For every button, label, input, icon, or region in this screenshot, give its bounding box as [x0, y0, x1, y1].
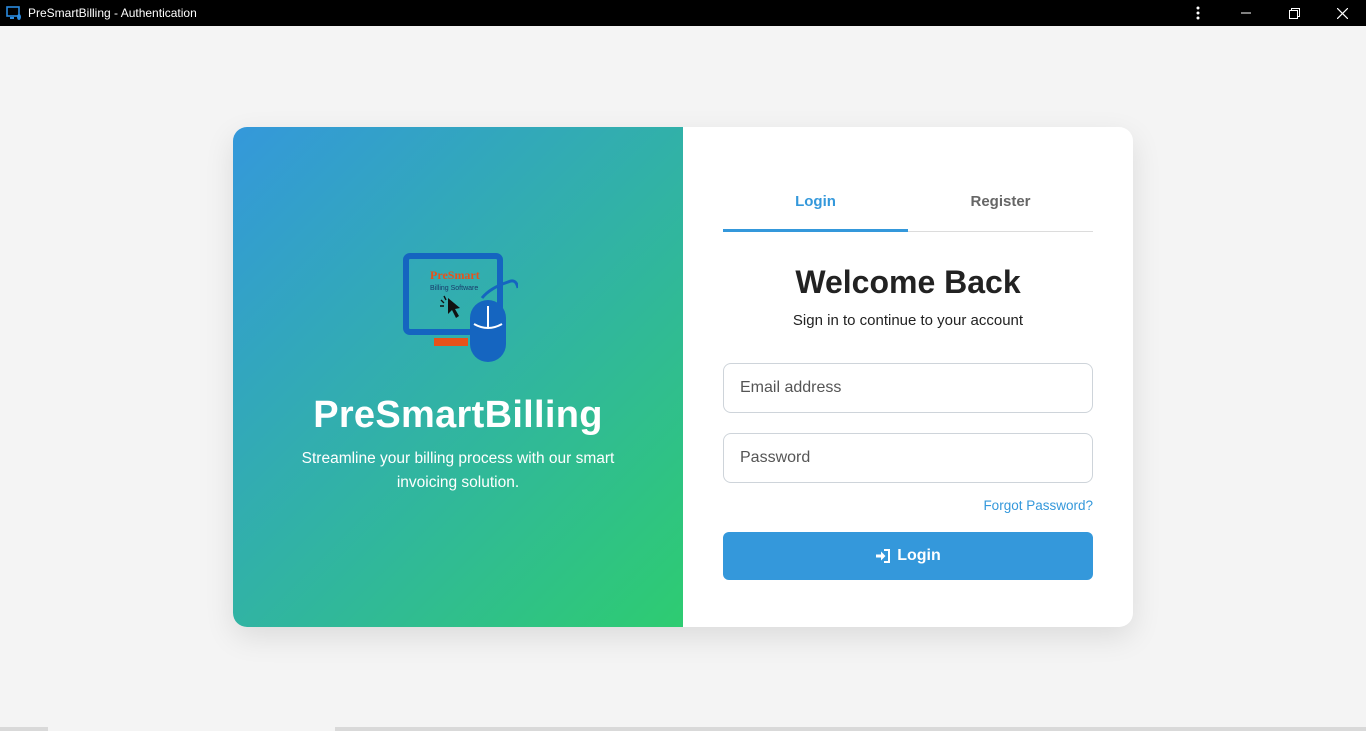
tab-register[interactable]: Register	[908, 185, 1093, 231]
scrollbar-thumb[interactable]	[48, 727, 335, 731]
welcome-subheading: Sign in to continue to your account	[792, 312, 1024, 329]
logo-subtext: Billing Software	[430, 285, 478, 292]
email-field[interactable]	[723, 363, 1093, 413]
menu-icon[interactable]	[1174, 0, 1222, 26]
horizontal-scrollbar[interactable]	[0, 727, 1366, 731]
auth-card: PreSmart Billing Software PreSmartBillin…	[233, 127, 1133, 627]
app-icon	[6, 6, 21, 20]
login-panel: Login Register Welcome Back Sign in to c…	[683, 127, 1133, 627]
brand-logo: PreSmart Billing Software	[403, 253, 518, 362]
restore-icon[interactable]	[1270, 0, 1318, 26]
minimize-icon[interactable]	[1222, 0, 1270, 26]
forgot-password-link[interactable]: Forgot Password?	[983, 498, 1093, 513]
login-button[interactable]: Login	[723, 532, 1093, 580]
sign-in-icon	[875, 548, 891, 564]
logo-text: PreSmart	[430, 268, 480, 282]
window-title: PreSmartBilling - Authentication	[28, 6, 197, 20]
brand-name: PreSmartBilling	[313, 394, 603, 436]
brand-panel: PreSmart Billing Software PreSmartBillin…	[233, 127, 683, 627]
welcome-heading: Welcome Back	[795, 264, 1021, 300]
login-button-label: Login	[897, 547, 941, 564]
password-field[interactable]	[723, 433, 1093, 483]
window-titlebar: PreSmartBilling - Authentication	[0, 0, 1366, 26]
close-icon[interactable]	[1318, 0, 1366, 26]
tab-login[interactable]: Login	[723, 185, 908, 232]
auth-tabs: Login Register	[723, 185, 1093, 232]
brand-tagline: Streamline your billing process with our…	[301, 450, 615, 491]
